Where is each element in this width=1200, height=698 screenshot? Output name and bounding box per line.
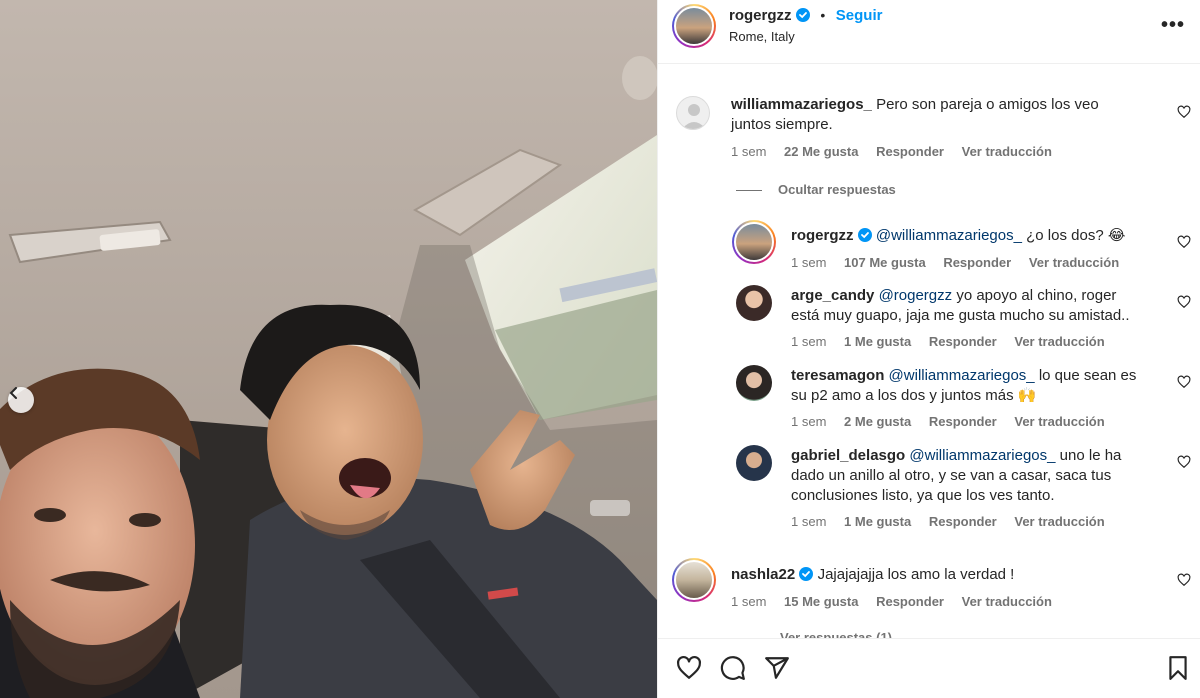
reply-mention[interactable]: @williammazariegos_ xyxy=(876,227,1022,244)
reply-body-line1: ¿o los dos? 😂 xyxy=(1021,227,1126,244)
comment-time[interactable]: 1 sem xyxy=(731,594,766,609)
chevron-left-icon xyxy=(9,387,17,399)
reply-avatar[interactable] xyxy=(736,285,772,321)
reply-body-line1: uno le ha xyxy=(1055,447,1122,464)
heart-icon[interactable] xyxy=(676,655,702,681)
comment-time[interactable]: 1 sem xyxy=(731,144,766,159)
post-header: rogergzz • Seguir Rome, Italy ••• xyxy=(658,0,1200,64)
reply-body-line2: está muy guapo, jaja me gusta mucho su a… xyxy=(791,307,1130,324)
reply-mention[interactable]: @rogergzz xyxy=(879,287,953,304)
comment-body-line2: juntos siempre. xyxy=(731,116,833,133)
post-photo xyxy=(0,0,657,698)
reply-likes[interactable]: 1 Me gusta xyxy=(844,514,911,529)
comment-meta: 1 sem 22 Me gusta Responder Ver traducci… xyxy=(731,144,1066,159)
reply-mention[interactable]: @williammazariegos_ xyxy=(889,367,1035,384)
hide-replies-button[interactable]: Ocultar respuestas xyxy=(736,182,896,197)
comment-icon[interactable] xyxy=(720,655,746,681)
reply-like-heart-icon[interactable] xyxy=(1177,235,1191,249)
reply-button[interactable]: Responder xyxy=(876,144,944,159)
author-avatar[interactable] xyxy=(672,4,716,48)
follow-button[interactable]: Seguir xyxy=(836,7,883,24)
previous-image-button[interactable] xyxy=(8,387,34,413)
action-bar xyxy=(658,638,1200,698)
separator-dot: • xyxy=(820,7,826,23)
see-translation-button[interactable]: Ver traducción xyxy=(1014,514,1104,529)
comment-text: nashla22 Jajajajajja los amo la verdad ! xyxy=(731,565,1151,585)
reply-button[interactable]: Responder xyxy=(876,594,944,609)
reply-text: teresamagon @williammazariegos_ lo que s… xyxy=(791,366,1171,406)
reply-avatar[interactable] xyxy=(736,445,772,481)
comment-body-line1: Jajajajajja los amo la verdad ! xyxy=(817,566,1015,583)
divider xyxy=(736,190,762,192)
post-side-panel: rogergzz • Seguir Rome, Italy ••• willia… xyxy=(657,0,1200,698)
comment-like-heart-icon[interactable] xyxy=(1177,105,1191,119)
reply-text: gabriel_delasgo @williammazariegos_ uno … xyxy=(791,446,1171,506)
reply-meta: 1 sem 1 Me gusta Responder Ver traducció… xyxy=(791,514,1119,529)
reply-text: rogergzz @williammazariegos_ ¿o los dos?… xyxy=(791,226,1171,246)
share-icon[interactable] xyxy=(764,655,790,681)
reply-button[interactable]: Responder xyxy=(943,255,1011,270)
post-location[interactable]: Rome, Italy xyxy=(729,29,795,44)
reply-button[interactable]: Responder xyxy=(929,334,997,349)
reply-button[interactable]: Responder xyxy=(929,414,997,429)
reply-username[interactable]: arge_candy xyxy=(791,287,874,304)
see-translation-button[interactable]: Ver traducción xyxy=(1014,334,1104,349)
reply-likes[interactable]: 1 Me gusta xyxy=(844,334,911,349)
reply-text: arge_candy @rogergzz yo apoyo al chino, … xyxy=(791,286,1171,326)
selfie-image xyxy=(0,0,657,698)
see-translation-button[interactable]: Ver traducción xyxy=(962,594,1052,609)
reply-body-line3: conclusiones listo, ya que los ves tanto… xyxy=(791,487,1055,504)
reply-likes[interactable]: 107 Me gusta xyxy=(844,255,926,270)
default-user-icon xyxy=(682,104,706,129)
reply-meta: 1 sem 1 Me gusta Responder Ver traducció… xyxy=(791,334,1119,349)
reply-body-line1: lo que sean es xyxy=(1034,367,1137,384)
comment-username[interactable]: williammazariegos_ xyxy=(731,96,872,113)
reply-like-heart-icon[interactable] xyxy=(1177,455,1191,469)
reply-time[interactable]: 1 sem xyxy=(791,514,826,529)
reply-time[interactable]: 1 sem xyxy=(791,414,826,429)
reply-username[interactable]: gabriel_delasgo xyxy=(791,447,905,464)
reply-button[interactable]: Responder xyxy=(929,514,997,529)
reply-avatar[interactable] xyxy=(736,365,772,401)
reply-meta: 1 sem 2 Me gusta Responder Ver traducció… xyxy=(791,414,1119,429)
more-options-icon[interactable]: ••• xyxy=(1161,14,1185,37)
comment-text: williammazariegos_ Pero son pareja o ami… xyxy=(731,95,1151,135)
verified-badge-icon xyxy=(857,228,872,242)
reply-username[interactable]: teresamagon xyxy=(791,367,884,384)
commenter-avatar[interactable] xyxy=(672,558,716,602)
reply-body-line2: dado un anillo al otro, y se van a casar… xyxy=(791,467,1112,484)
reply-meta: 1 sem 107 Me gusta Responder Ver traducc… xyxy=(791,255,1133,270)
reply-like-heart-icon[interactable] xyxy=(1177,375,1191,389)
reply-like-heart-icon[interactable] xyxy=(1177,295,1191,309)
bookmark-icon[interactable] xyxy=(1165,655,1191,681)
commenter-avatar[interactable] xyxy=(676,96,710,130)
reply-avatar[interactable] xyxy=(732,220,776,264)
hide-replies-label: Ocultar respuestas xyxy=(778,182,896,197)
reply-time[interactable]: 1 sem xyxy=(791,255,826,270)
see-translation-button[interactable]: Ver traducción xyxy=(962,144,1052,159)
comment-meta: 1 sem 15 Me gusta Responder Ver traducci… xyxy=(731,594,1066,609)
reply-mention[interactable]: @williammazariegos_ xyxy=(909,447,1055,464)
reply-likes[interactable]: 2 Me gusta xyxy=(844,414,911,429)
see-translation-button[interactable]: Ver traducción xyxy=(1014,414,1104,429)
verified-badge-icon xyxy=(795,8,810,22)
verified-badge-icon xyxy=(799,567,814,581)
comment-body-line1: Pero son pareja o amigos los veo xyxy=(876,96,1099,113)
reply-body-line2: su p2 amo a los dos y juntos más 🙌 xyxy=(791,387,1037,404)
reply-body-line1: yo apoyo al chino, roger xyxy=(952,287,1117,304)
comment-like-heart-icon[interactable] xyxy=(1177,573,1191,587)
see-translation-button[interactable]: Ver traducción xyxy=(1029,255,1119,270)
comment-likes[interactable]: 15 Me gusta xyxy=(784,594,858,609)
comment-likes[interactable]: 22 Me gusta xyxy=(784,144,858,159)
comment-username[interactable]: nashla22 xyxy=(731,566,795,583)
author-username[interactable]: rogergzz xyxy=(729,7,792,24)
reply-time[interactable]: 1 sem xyxy=(791,334,826,349)
reply-username[interactable]: rogergzz xyxy=(791,227,854,244)
